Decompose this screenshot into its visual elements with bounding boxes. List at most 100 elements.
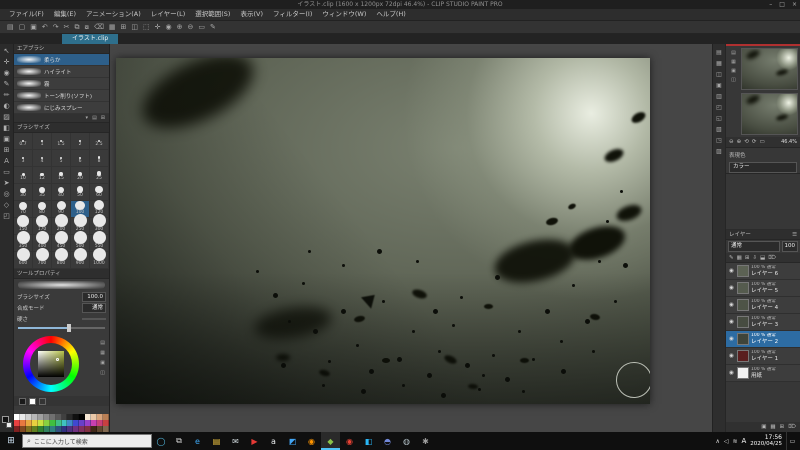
brush-size-cell[interactable]: 6 — [71, 150, 90, 167]
layer-row[interactable]: 100 % 通常 用紙 — [726, 365, 800, 382]
tool-icon[interactable]: ✎ — [4, 80, 10, 89]
brush-size-cell[interactable]: 1 — [33, 133, 52, 150]
window-control-button[interactable]: × — [792, 0, 797, 9]
tool-icon[interactable]: ◉ — [3, 69, 9, 78]
toolbar-icon[interactable]: ▭ — [198, 21, 205, 33]
visibility-eye-icon[interactable] — [728, 302, 735, 308]
palette-icon[interactable]: ▤ — [716, 49, 722, 56]
menu-item[interactable]: レイヤー(L) — [146, 9, 191, 20]
property-value[interactable]: 100.0 — [82, 291, 106, 302]
brush-size-cell[interactable]: 4 — [33, 150, 52, 167]
menu-item[interactable]: 選択範囲(S) — [190, 9, 235, 20]
tray-icon[interactable]: ∧ — [715, 438, 719, 445]
color-panel-icon[interactable]: ◫ — [100, 370, 105, 376]
subtool-item[interactable]: トーン削り(ソフト) — [14, 90, 109, 102]
layer-row[interactable]: 100 % 通常 レイヤー 5 — [726, 280, 800, 297]
brush-size-cell[interactable]: 30 — [14, 184, 33, 201]
brush-size-cell[interactable]: 1000 — [90, 248, 109, 269]
layer-thumbnail[interactable] — [737, 350, 749, 362]
saturation-value-square[interactable] — [38, 351, 64, 377]
taskbar-app-icon[interactable]: ▶ — [245, 432, 264, 450]
visibility-eye-icon[interactable] — [728, 285, 735, 291]
taskbar-system-icon[interactable]: ⧉ — [170, 432, 188, 450]
color-wheel[interactable] — [23, 336, 79, 392]
subtool-item[interactable]: 霧 — [14, 78, 109, 90]
navigator-thumbnail[interactable] — [741, 48, 798, 90]
toolbar-icon[interactable]: ⊕ — [177, 21, 183, 33]
palette-icon[interactable]: ▧ — [716, 126, 722, 133]
layer-thumbnail[interactable] — [737, 265, 749, 277]
brush-size-cell[interactable]: 40 — [52, 184, 71, 201]
navigator-zoom-button[interactable]: ⊕ — [737, 139, 742, 145]
brush-size-cell[interactable]: 2.5 — [90, 133, 109, 150]
navigator-zoom-button[interactable]: ⟳ — [752, 139, 757, 145]
layer-row[interactable]: 100 % 通常 レイヤー 6 — [726, 263, 800, 280]
main-sub-color-chips[interactable] — [1, 416, 12, 428]
start-button[interactable]: ⊞ — [0, 432, 22, 450]
brush-size-cell[interactable]: 3 — [14, 150, 33, 167]
slider-knob[interactable] — [66, 324, 71, 332]
color-panel-icon[interactable]: ▤ — [100, 340, 105, 346]
navigator-side-icon[interactable]: ▣ — [731, 68, 736, 74]
tool-icon[interactable]: ↖ — [4, 47, 10, 56]
expression-color-select[interactable]: カラー — [729, 162, 797, 173]
tray-icon[interactable]: ≋ — [732, 438, 737, 445]
taskbar-app-icon[interactable]: ◩ — [283, 432, 302, 450]
brush-size-cell[interactable]: 60 — [90, 184, 109, 201]
navigator-side-icon[interactable]: ▦ — [731, 59, 736, 65]
layer-toolbar-icon[interactable]: ⇩ — [752, 253, 757, 263]
menu-item[interactable]: 編集(E) — [49, 9, 81, 20]
layer-footer-icon[interactable]: ⌦ — [788, 422, 796, 432]
brush-size-cell[interactable]: 600 — [14, 248, 33, 269]
brush-size-cell[interactable]: 12 — [33, 167, 52, 184]
layer-footer-icon[interactable]: ▣ — [761, 422, 766, 432]
blend-mode-select[interactable]: 通常 — [728, 241, 780, 252]
taskbar-app-icon[interactable]: ◍ — [397, 432, 416, 450]
palette-icon[interactable]: ▨ — [716, 148, 722, 155]
palette-icon[interactable]: ▥ — [716, 93, 722, 100]
toolbar-icon[interactable]: ▦ — [109, 21, 116, 33]
layer-row[interactable]: 100 % 通常 レイヤー 4 — [726, 297, 800, 314]
subtool-item[interactable]: にじみスプレー — [14, 102, 109, 114]
layer-thumbnail[interactable] — [737, 299, 749, 311]
layer-toolbar-icon[interactable]: ✎ — [729, 253, 734, 263]
taskbar-search[interactable]: ⌕ ここに入力して検索 — [22, 434, 152, 448]
toolbar-icon[interactable]: ✎ — [210, 21, 216, 33]
tool-icon[interactable]: ◐ — [3, 102, 9, 111]
toolbar-icon[interactable]: ▤ — [7, 21, 14, 33]
palette-icon[interactable]: ▣ — [716, 82, 722, 89]
toolbar-icon[interactable]: ⊖ — [187, 21, 193, 33]
toolbar-icon[interactable]: ✛ — [155, 21, 161, 33]
ime-mode-indicator[interactable]: A — [742, 437, 747, 445]
taskbar-system-icon[interactable]: ◯ — [152, 432, 170, 450]
toolbar-icon[interactable]: ⊞ — [120, 21, 126, 33]
layer-toolbar-icon[interactable]: ⊞ — [745, 253, 750, 263]
layer-thumbnail[interactable] — [737, 333, 749, 345]
subtool-item[interactable]: ハイライト — [14, 66, 109, 78]
palette-icon[interactable]: ◳ — [716, 137, 722, 144]
brush-size-cell[interactable]: 5 — [52, 150, 71, 167]
menu-item[interactable]: ファイル(F) — [4, 9, 49, 20]
palette-icon[interactable]: ◱ — [716, 115, 722, 122]
visibility-eye-icon[interactable] — [728, 319, 735, 325]
toolbar-icon[interactable]: ⧇ — [85, 21, 89, 33]
tool-icon[interactable]: ➤ — [4, 179, 10, 188]
tool-icon[interactable]: ▣ — [3, 135, 10, 144]
layer-toolbar-icon[interactable]: ⌦ — [768, 253, 776, 263]
brush-size-cell[interactable]: 20 — [71, 167, 90, 184]
taskbar-app-icon[interactable]: ◉ — [302, 432, 321, 450]
menu-item[interactable]: フィルター(I) — [268, 9, 317, 20]
brush-size-cell[interactable]: 10 — [14, 167, 33, 184]
brush-size-cell[interactable]: 1.5 — [52, 133, 71, 150]
toolbar-icon[interactable]: ◫ — [131, 21, 138, 33]
brush-size-cell[interactable]: 35 — [33, 184, 52, 201]
toolbar-icon[interactable]: ✂ — [64, 21, 70, 33]
menu-item[interactable]: 表示(V) — [235, 9, 268, 20]
taskbar-clock[interactable]: 17:56 2020/04/25 — [750, 434, 782, 448]
toolbar-icon[interactable]: ▢ — [19, 21, 26, 33]
brush-size-cell[interactable]: 8 — [90, 150, 109, 167]
tool-icon[interactable]: ▭ — [3, 168, 10, 177]
navigator-zoom-button[interactable]: ⊖ — [729, 139, 734, 145]
palette-icon[interactable]: ◰ — [716, 104, 722, 111]
color-chip[interactable] — [39, 397, 46, 405]
